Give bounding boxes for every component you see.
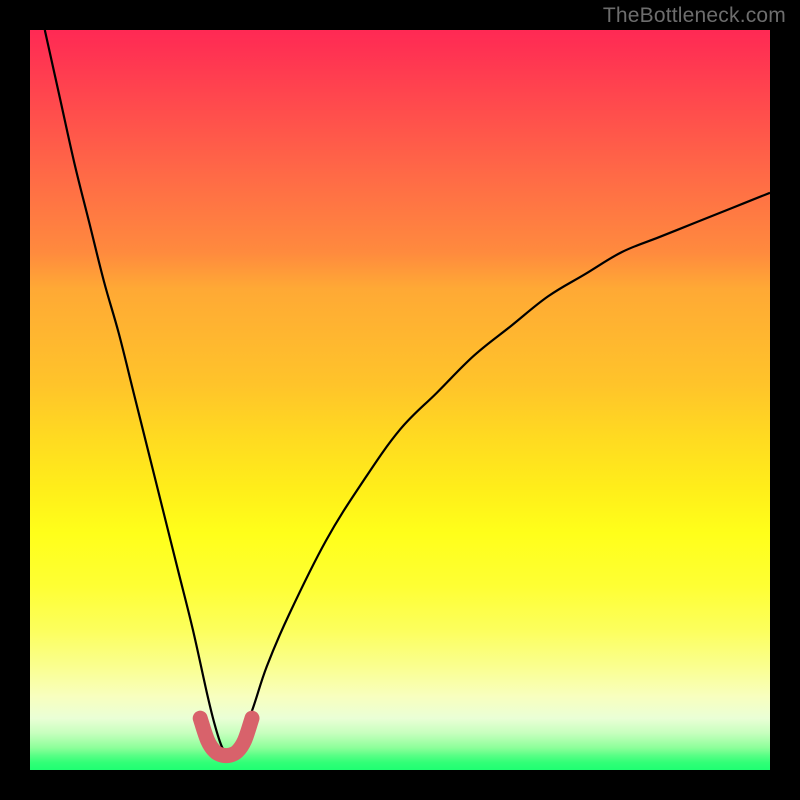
red-dip-highlight (200, 718, 252, 755)
frame: TheBottleneck.com (0, 0, 800, 800)
plot-area (30, 30, 770, 770)
black-curve (45, 30, 770, 755)
curve-layer (30, 30, 770, 770)
watermark-text: TheBottleneck.com (603, 4, 786, 28)
